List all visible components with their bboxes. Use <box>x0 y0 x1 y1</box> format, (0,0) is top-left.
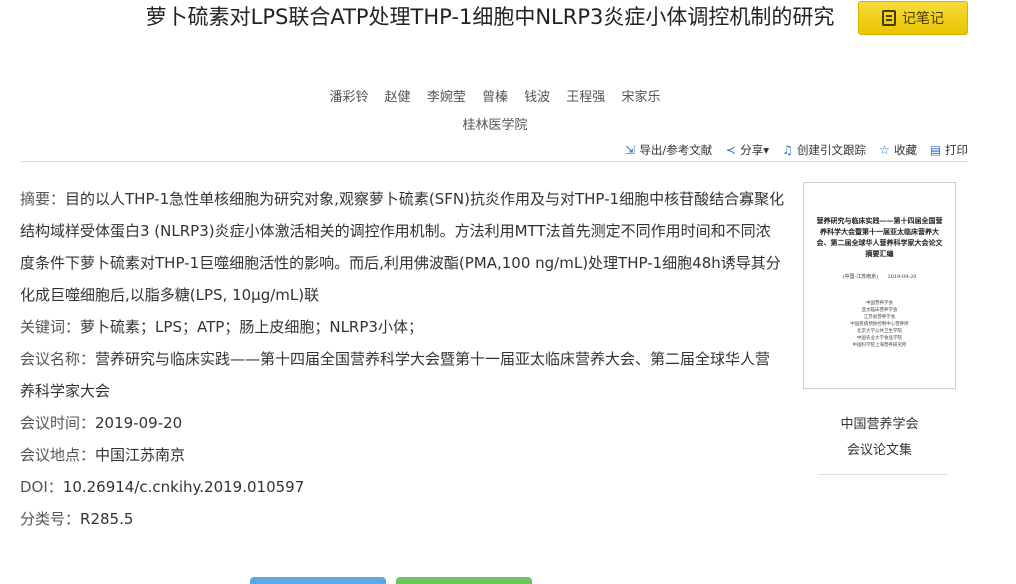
take-note-button[interactable]: 记笔记 <box>858 1 968 35</box>
proceedings-cover-image[interactable]: 营养研究与临床实践——第十四届全国营养科学大会暨第十一届亚太临床营养大会、第二届… <box>803 182 956 389</box>
doi-label: DOI： <box>20 478 63 496</box>
download-button-blue[interactable] <box>250 577 386 584</box>
print-button[interactable]: ▤ 打印 <box>929 142 968 158</box>
cover-org: 亚太临床营养学会 <box>861 308 898 313</box>
author-link[interactable]: 李婉莹 <box>427 90 466 105</box>
conf-time-label: 会议时间： <box>20 414 96 432</box>
abstract-text: 目的以人THP-1急性单核细胞为研究对象,观察萝卜硫素(SFN)抗炎作用及与对T… <box>20 190 785 304</box>
favorite-button[interactable]: ☆ 收藏 <box>878 142 917 158</box>
publication-type: 会议论文集 <box>846 443 912 458</box>
cover-date: (中国·江苏南京) 2019-09-20 <box>814 273 945 280</box>
bell-icon: ♫ <box>782 142 793 157</box>
author-list: 潘彩铃 赵健 李婉莹 曾榛 钱波 王程强 宋家乐 <box>0 86 990 105</box>
institution-link[interactable]: 桂林医学院 <box>0 114 990 133</box>
keyword-link[interactable]: ATP <box>197 318 224 336</box>
cover-title: 营养研究与临床实践——第十四届全国营养科学大会暨第十一届亚太临床营养大会、第二届… <box>816 216 943 258</box>
conference-label: 会议名称： <box>20 350 96 368</box>
share-button[interactable]: ≺ 分享▾ <box>724 142 769 158</box>
classification-number: 分类号：R285.5 <box>20 503 785 535</box>
cover-org: 北京大学公共卫生学院 <box>857 329 902 334</box>
notebook-icon <box>882 10 896 26</box>
create-citation-tracking-button[interactable]: ♫ 创建引文跟踪 <box>781 142 866 158</box>
conf-place-value: 中国江苏南京 <box>95 446 186 464</box>
keyword-link[interactable]: LPS <box>155 318 182 336</box>
printer-icon: ▤ <box>929 142 942 157</box>
keyword-link[interactable]: 萝卜硫素 <box>80 318 140 336</box>
conf-place-label: 会议地点： <box>20 446 96 464</box>
conference-value: 营养研究与临床实践——第十四届全国营养科学大会暨第十一届亚太临床营养大会、第二届… <box>20 350 771 400</box>
publisher-name-link[interactable]: 中国营养学会 <box>803 412 956 438</box>
track-label: 创建引文跟踪 <box>797 143 866 157</box>
cover-date-left: (中国·江苏南京) <box>842 274 879 280</box>
conference-name: 会议名称：营养研究与临床实践——第十四届全国营养科学大会暨第十一届亚太临床营养大… <box>20 343 785 407</box>
article-toolbar: ⇲ 导出/参考文献 ≺ 分享▾ ♫ 创建引文跟踪 ☆ 收藏 ▤ 打印 <box>623 142 968 158</box>
export-label: 导出/参考文献 <box>639 143 713 157</box>
keyword-link[interactable]: 肠上皮细胞 <box>239 318 314 336</box>
author-link[interactable]: 钱波 <box>524 90 550 105</box>
cover-org: 中国科学院上海营养研究所 <box>852 343 907 348</box>
print-label: 打印 <box>945 143 968 157</box>
share-icon: ≺ <box>725 142 736 157</box>
classification-label: 分类号： <box>20 510 81 528</box>
publisher-info: 中国营养学会 会议论文集 <box>803 412 956 464</box>
favorite-label: 收藏 <box>894 143 917 157</box>
author-link[interactable]: 赵健 <box>385 90 411 105</box>
download-button-green[interactable] <box>396 577 532 584</box>
cover-org: 中国农业大学食品学院 <box>857 336 902 341</box>
take-note-label: 记笔记 <box>902 11 944 27</box>
header-divider <box>20 161 968 162</box>
export-icon: ⇲ <box>624 142 635 157</box>
conference-time: 会议时间：2019-09-20 <box>20 407 785 439</box>
classification-value: R285.5 <box>80 510 134 528</box>
cover-org: 中国营养学会 <box>866 301 893 306</box>
doi-value: 10.26914/c.cnkihy.2019.010597 <box>62 478 305 496</box>
share-label: 分享▾ <box>740 143 769 157</box>
conf-time-value: 2019-09-20 <box>95 414 183 432</box>
export-citation-button[interactable]: ⇲ 导出/参考文献 <box>623 142 712 158</box>
keyword-link[interactable]: NLRP3小体 <box>329 318 408 336</box>
page-title: 萝卜硫素对LPS联合ATP处理THP-1细胞中NLRP3炎症小体调控机制的研究 <box>145 5 835 29</box>
cover-date-right: 2019-09-20 <box>887 274 917 280</box>
author-link[interactable]: 宋家乐 <box>621 90 660 105</box>
cover-org: 江苏省营养学会 <box>863 315 896 320</box>
author-link[interactable]: 王程强 <box>566 90 605 105</box>
keywords-label: 关键词： <box>20 318 81 336</box>
abstract-label: 摘要： <box>20 190 66 208</box>
abstract: 摘要：目的以人THP-1急性单核细胞为研究对象,观察萝卜硫素(SFN)抗炎作用及… <box>20 183 785 311</box>
conference-place: 会议地点：中国江苏南京 <box>20 439 785 471</box>
star-icon: ☆ <box>879 142 890 157</box>
keywords: 关键词：萝卜硫素；LPS；ATP；肠上皮细胞；NLRP3小体； <box>20 318 423 336</box>
author-link[interactable]: 潘彩铃 <box>330 90 369 105</box>
cover-org: 中国疾病预防控制中心营养所 <box>850 322 909 327</box>
cover-organizers: 中国营养学会 亚太临床营养学会 江苏省营养学会 中国疾病预防控制中心营养所 北京… <box>814 300 945 349</box>
publisher-divider <box>818 474 948 475</box>
author-link[interactable]: 曾榛 <box>482 90 508 105</box>
doi: DOI：10.26914/c.cnkihy.2019.010597 <box>20 471 785 503</box>
article-details: 摘要：目的以人THP-1急性单核细胞为研究对象,观察萝卜硫素(SFN)抗炎作用及… <box>20 183 785 535</box>
